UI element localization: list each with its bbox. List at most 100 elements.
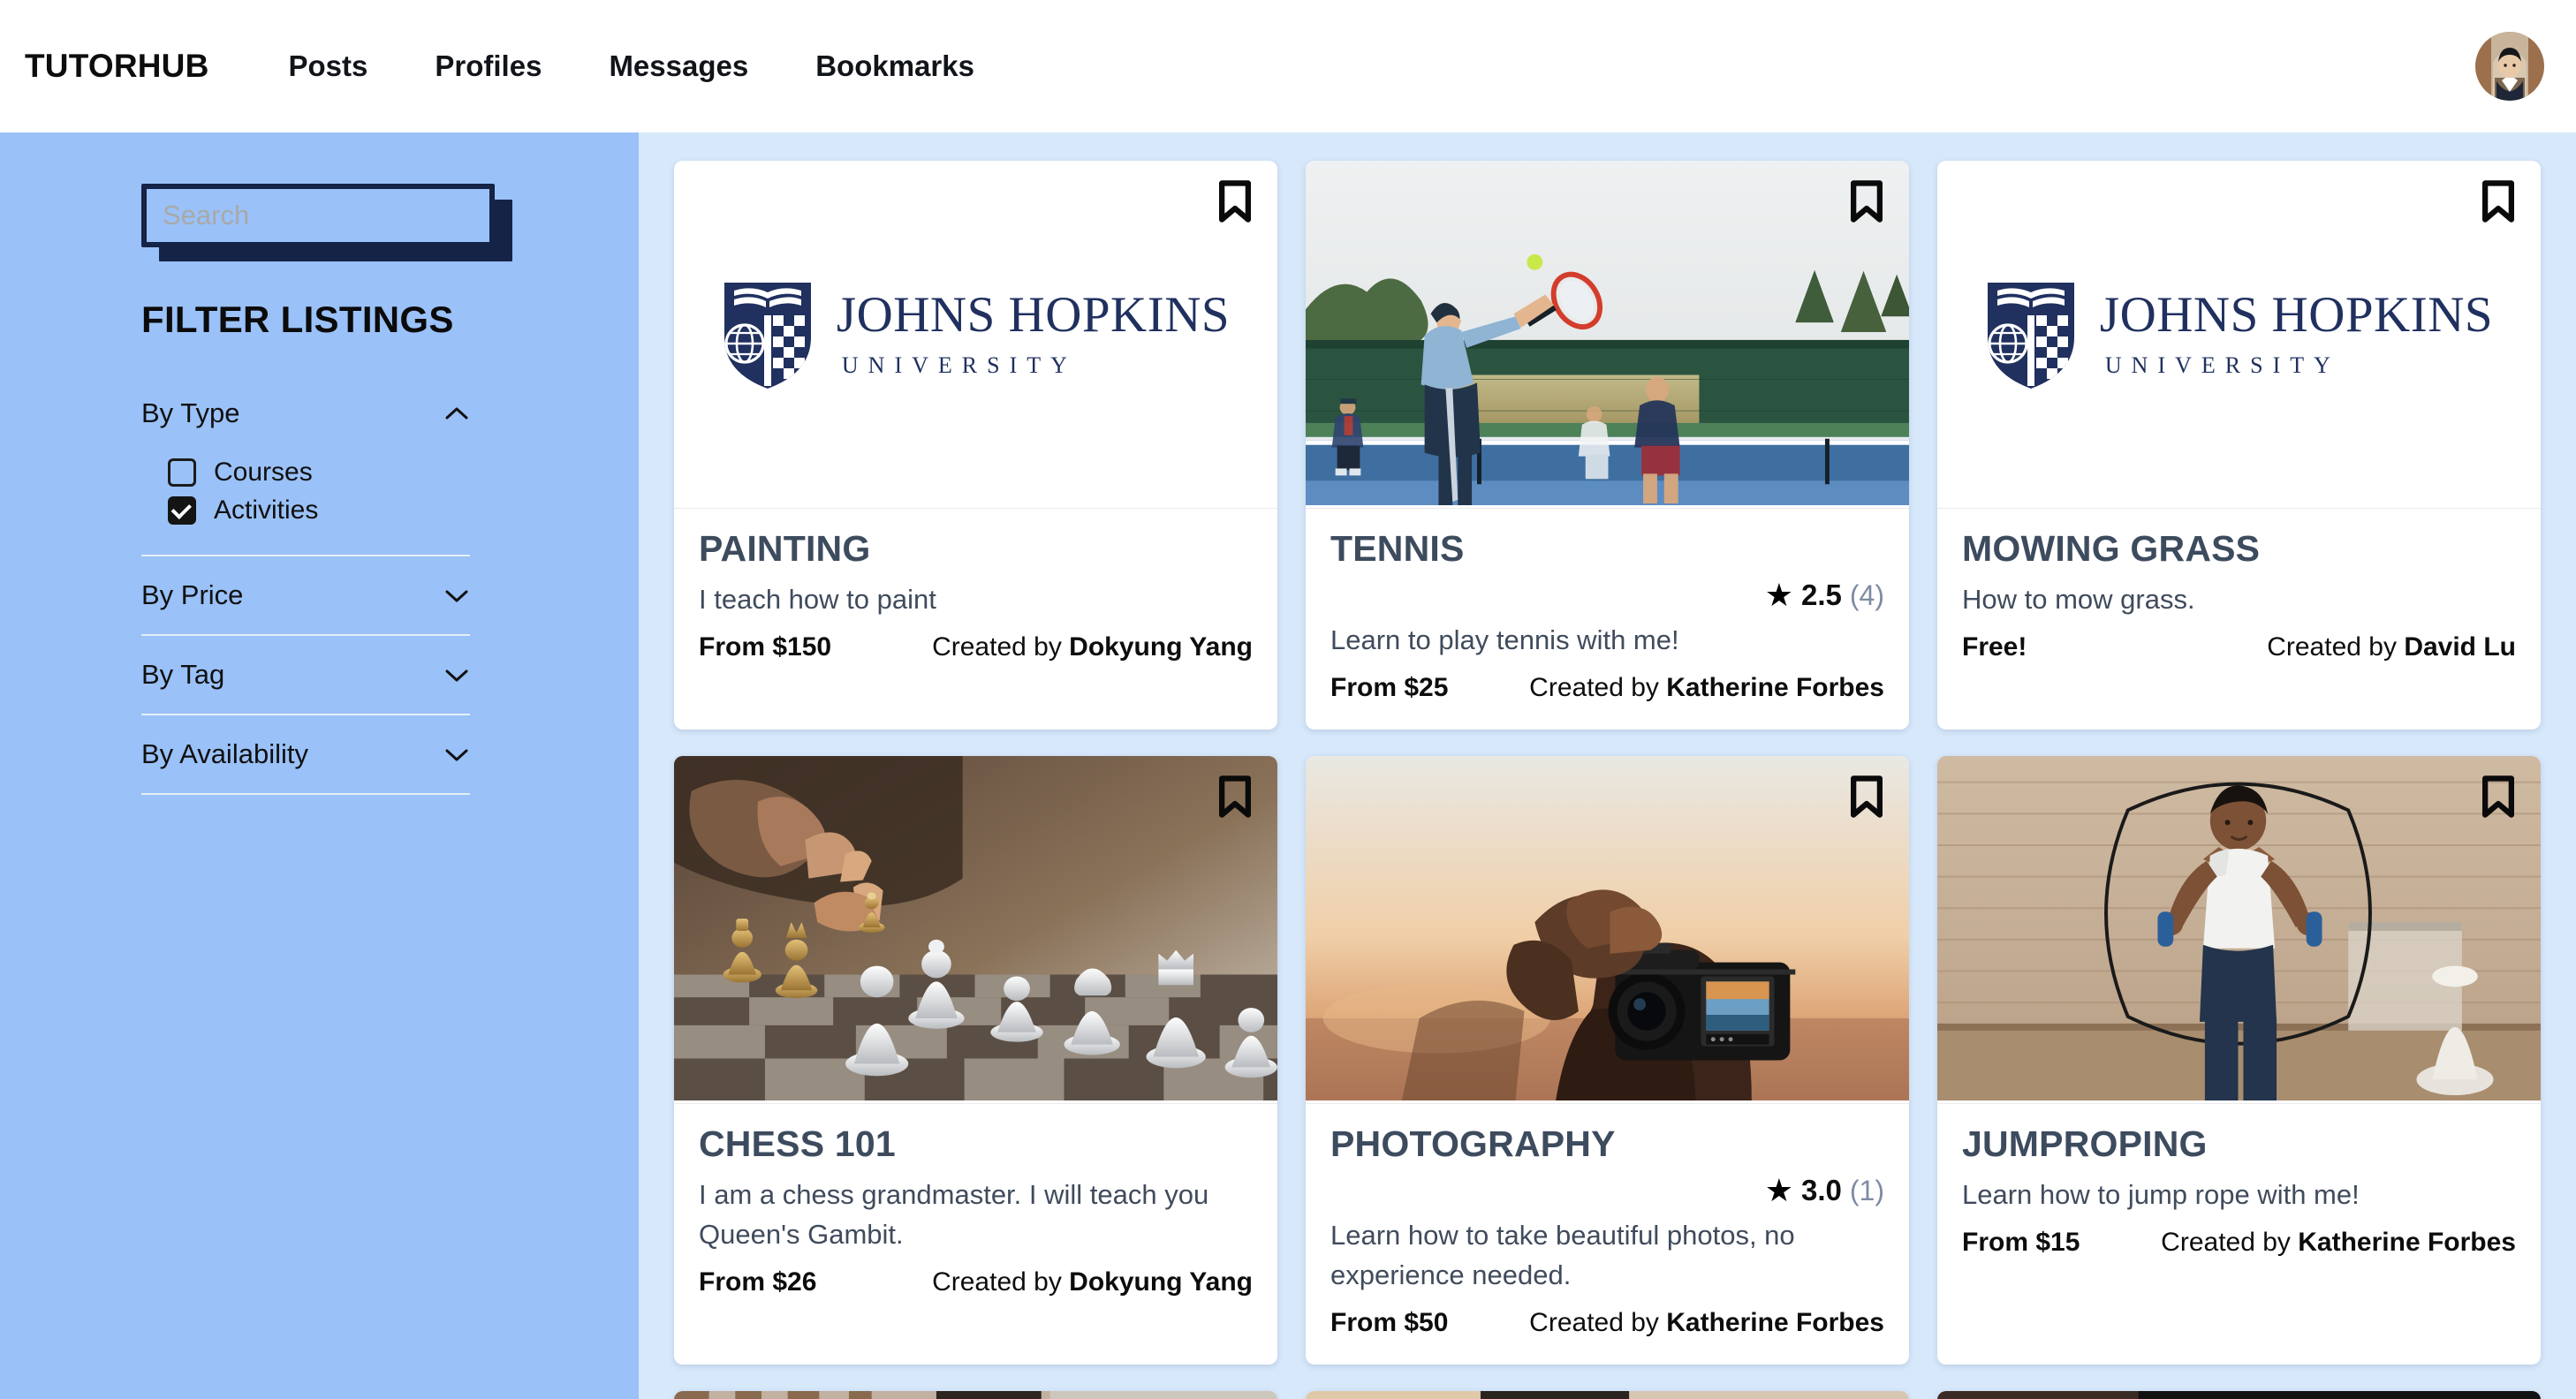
card-title: TENNIS bbox=[1330, 528, 1465, 569]
card-creator: Created by Katherine Forbes bbox=[1529, 1308, 1884, 1338]
page-body: FILTER LISTINGS By Type Courses bbox=[0, 132, 2576, 1399]
filter-header-by-price[interactable]: By Price bbox=[141, 556, 470, 634]
rating-value: 2.5 bbox=[1801, 579, 1842, 612]
checkbox-courses[interactable] bbox=[168, 458, 196, 487]
filter-header-by-availability[interactable]: By Availability bbox=[141, 715, 470, 793]
listing-card[interactable]: PHOTOGRAPHY ★ 3.0 (1) Learn how to take … bbox=[1306, 755, 1909, 1365]
filter-section-by-type: By Type Courses Activities bbox=[141, 374, 470, 556]
card-footer: Free! Created by David Lu bbox=[1962, 632, 2516, 662]
jhu-shield-icon bbox=[1987, 282, 2074, 389]
jhu-subtitle: UNIVERSITY bbox=[841, 352, 1077, 378]
bookmark-icon[interactable] bbox=[2481, 180, 2516, 223]
creator-name: Katherine Forbes bbox=[1666, 672, 1884, 702]
card-title: MOWING GRASS bbox=[1962, 528, 2261, 569]
card-price: From $50 bbox=[1330, 1307, 1449, 1337]
creator-prefix: Created by bbox=[932, 1267, 1070, 1297]
card-media bbox=[674, 755, 1277, 1104]
card-title: PHOTOGRAPHY bbox=[1330, 1123, 1616, 1164]
chess-photo bbox=[674, 755, 1277, 1100]
filter-accordion: By Type Courses Activities By Price By T… bbox=[141, 374, 470, 795]
bookmark-icon[interactable] bbox=[2481, 775, 2516, 818]
listing-card[interactable]: JOHNS HOPKINS UNIVERSITY MOWING GRASS Ho… bbox=[1937, 161, 2541, 730]
bookmark-icon[interactable] bbox=[1217, 180, 1253, 223]
chevron-down-icon[interactable] bbox=[445, 747, 468, 761]
card-price: From $15 bbox=[1962, 1227, 2080, 1257]
nav-link-messages[interactable]: Messages bbox=[575, 49, 782, 83]
filter-section-by-tag: By Tag bbox=[141, 636, 470, 715]
filter-header-by-type[interactable]: By Type bbox=[141, 374, 470, 452]
filter-label-by-type: By Type bbox=[141, 397, 240, 428]
checkbox-row-courses[interactable]: Courses bbox=[168, 458, 470, 488]
card-title: CHESS 101 bbox=[699, 1123, 896, 1164]
card-creator: Created by Dokyung Yang bbox=[932, 1267, 1253, 1297]
chevron-down-icon[interactable] bbox=[445, 588, 468, 602]
card-media bbox=[1306, 755, 1909, 1104]
filter-listings-heading: FILTER LISTINGS bbox=[141, 299, 454, 340]
listing-card[interactable]: CHESS 101 I am a chess grandmaster. I wi… bbox=[674, 755, 1277, 1365]
tennis-photo bbox=[1306, 161, 1909, 505]
checkbox-label-activities: Activities bbox=[214, 495, 319, 525]
user-avatar-image bbox=[2475, 32, 2544, 101]
checkbox-row-activities[interactable]: Activities bbox=[168, 495, 470, 526]
bookmark-icon[interactable] bbox=[1849, 180, 1884, 223]
chevron-up-icon[interactable] bbox=[445, 406, 468, 420]
creator-prefix: Created by bbox=[1529, 1307, 1667, 1337]
bookmark-icon[interactable] bbox=[1849, 775, 1884, 818]
partial-photo bbox=[1937, 1390, 2541, 1399]
bookmark-icon[interactable] bbox=[1217, 775, 1253, 818]
listing-card[interactable]: TENNIS ★ 2.5 (4) Learn to play tennis wi… bbox=[1306, 161, 1909, 730]
filter-section-by-price: By Price bbox=[141, 556, 470, 636]
rating-value: 3.0 bbox=[1801, 1174, 1842, 1207]
jhu-name: JOHNS HOPKINS bbox=[836, 287, 1231, 343]
card-description: Learn how to take beautiful photos, no e… bbox=[1330, 1220, 1795, 1290]
jhu-wordmark: JOHNS HOPKINS UNIVERSITY bbox=[2100, 290, 2493, 379]
card-title: PAINTING bbox=[699, 528, 871, 569]
listings-grid: JOHNS HOPKINS UNIVERSITY PAINTING I teac… bbox=[674, 161, 2541, 1399]
rating: ★ 2.5 (4) bbox=[1330, 577, 1884, 614]
filter-label-by-tag: By Tag bbox=[141, 659, 225, 690]
card-title: JUMPROPING bbox=[1962, 1123, 2208, 1164]
creator-name: Katherine Forbes bbox=[1666, 1307, 1884, 1337]
card-body: PHOTOGRAPHY ★ 3.0 (1) Learn how to take … bbox=[1306, 1104, 1909, 1365]
search-input[interactable] bbox=[141, 184, 495, 247]
listing-card[interactable] bbox=[1306, 1390, 1909, 1399]
sidebar-inner: FILTER LISTINGS By Type Courses bbox=[141, 184, 512, 795]
filter-body-by-type: Courses Activities bbox=[141, 452, 470, 555]
card-footer: From $50 Created by Katherine Forbes bbox=[1330, 1308, 1884, 1338]
card-description: Learn to play tennis with me! bbox=[1330, 624, 1679, 656]
creator-prefix: Created by bbox=[932, 631, 1070, 662]
avatar[interactable] bbox=[2475, 32, 2544, 101]
filter-header-by-tag[interactable]: By Tag bbox=[141, 636, 470, 714]
nav-link-posts[interactable]: Posts bbox=[255, 49, 402, 83]
card-description: I am a chess grandmaster. I will teach y… bbox=[699, 1179, 1209, 1250]
card-footer: From $150 Created by Dokyung Yang bbox=[699, 632, 1253, 662]
brand-logo[interactable]: TUTORHUB bbox=[25, 48, 209, 85]
card-body: PAINTING I teach how to paint From $150 … bbox=[674, 509, 1277, 730]
card-description: I teach how to paint bbox=[699, 584, 936, 616]
creator-prefix: Created by bbox=[1529, 672, 1667, 702]
jhu-logo: JOHNS HOPKINS UNIVERSITY bbox=[702, 278, 1249, 391]
listing-card[interactable] bbox=[1937, 1390, 2541, 1399]
partial-photo bbox=[1306, 1390, 1909, 1399]
card-media bbox=[1937, 1390, 2541, 1399]
card-creator: Created by Katherine Forbes bbox=[2161, 1228, 2516, 1258]
chevron-down-icon[interactable] bbox=[445, 668, 468, 682]
creator-prefix: Created by bbox=[2161, 1227, 2299, 1257]
card-creator: Created by David Lu bbox=[2267, 632, 2516, 662]
star-icon: ★ bbox=[1764, 577, 1794, 614]
nav-link-bookmarks[interactable]: Bookmarks bbox=[782, 49, 1008, 83]
listing-card[interactable]: JUMPROPING Learn how to jump rope with m… bbox=[1937, 755, 2541, 1365]
nav-link-profiles[interactable]: Profiles bbox=[401, 49, 575, 83]
card-price: Free! bbox=[1962, 631, 2027, 662]
card-footer: From $15 Created by Katherine Forbes bbox=[1962, 1228, 2516, 1258]
checkbox-activities[interactable] bbox=[168, 496, 196, 525]
card-body: TENNIS ★ 2.5 (4) Learn to play tennis wi… bbox=[1306, 509, 1909, 730]
creator-prefix: Created by bbox=[2267, 631, 2405, 662]
rating: ★ 3.0 (1) bbox=[1330, 1174, 1884, 1207]
card-media bbox=[1306, 1390, 1909, 1399]
listing-card[interactable]: JOHNS HOPKINS UNIVERSITY PAINTING I teac… bbox=[674, 161, 1277, 730]
listing-card[interactable] bbox=[674, 1390, 1277, 1399]
card-body: JUMPROPING Learn how to jump rope with m… bbox=[1937, 1104, 2541, 1365]
sidebar: FILTER LISTINGS By Type Courses bbox=[0, 132, 639, 1399]
creator-name: Dokyung Yang bbox=[1069, 1267, 1253, 1297]
